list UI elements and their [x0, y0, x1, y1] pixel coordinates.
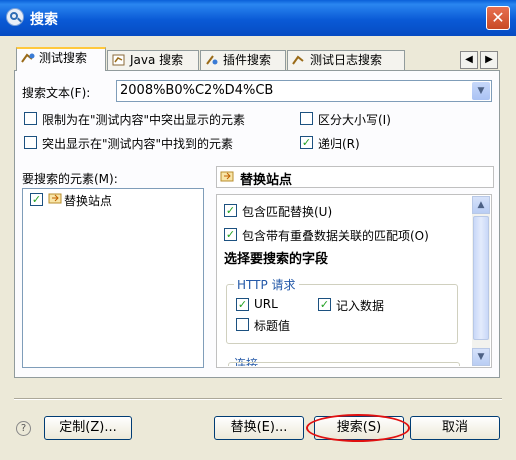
tab-label: 插件搜索 [223, 53, 272, 67]
include-overlap-label: 包含带有重叠数据关联的匹配项(O) [242, 229, 429, 243]
replacement-site-icon [48, 191, 62, 205]
header-value-label: 标题值 [254, 319, 291, 333]
button-separator [14, 398, 502, 400]
tab-plugin-search[interactable]: 插件搜索 [200, 50, 286, 70]
include-replacement-label: 包含匹配替换(U) [242, 205, 333, 219]
java-search-icon [112, 53, 126, 66]
tree-item-label: 替换站点 [64, 194, 113, 208]
tab-java-search[interactable]: Java 搜索 [107, 50, 199, 70]
url-checkbox[interactable]: ✓ [236, 298, 249, 311]
tab-scroll-right-button[interactable]: ▶ [480, 51, 498, 69]
test-log-search-icon [292, 53, 306, 65]
close-button[interactable]: ✕ [486, 6, 510, 30]
title-bar[interactable]: 搜索 ✕ [0, 0, 516, 36]
replace-button[interactable]: 替换(E)... [214, 416, 304, 440]
http-request-group [226, 284, 458, 344]
cancel-button[interactable]: 取消 [410, 416, 500, 440]
tree-item-checkbox[interactable]: ✓ [30, 193, 43, 206]
tab-test-log-search[interactable]: 测试日志搜索 [287, 50, 405, 70]
limit-highlighted-label: 限制为在"测试内容"中突出显示的元素 [42, 113, 246, 127]
case-sensitive-label: 区分大小写(I) [318, 113, 391, 127]
plugin-search-icon [205, 53, 219, 65]
highlight-oval [306, 414, 410, 442]
tab-label: Java 搜索 [130, 53, 184, 67]
scroll-thumb[interactable] [473, 216, 489, 340]
connect-group-clip: 连接 [228, 352, 468, 366]
detail-scrollbar[interactable]: ▲ ▼ [472, 196, 490, 366]
search-icon [6, 8, 24, 26]
elements-tree[interactable] [22, 188, 204, 368]
customize-button[interactable]: 定制(Z)... [44, 416, 132, 440]
recursive-label: 递归(R) [318, 137, 360, 151]
detail-header-title: 替换站点 [240, 173, 293, 188]
url-label: URL [254, 297, 278, 311]
highlight-found-label: 突出显示在"测试内容"中找到的元素 [42, 137, 234, 151]
http-group-title: HTTP 请求 [234, 276, 299, 293]
tab-label: 测试日志搜索 [310, 53, 383, 67]
search-text-value: 2008%B0%C2%D4%CB [120, 83, 274, 98]
recursive-checkbox[interactable]: ✓ [300, 136, 313, 149]
limit-highlighted-checkbox[interactable] [24, 112, 37, 125]
tab-scroll-left-button[interactable]: ◀ [460, 51, 478, 69]
tab-test-search[interactable]: 测试搜索 [16, 47, 106, 71]
highlight-found-checkbox[interactable] [24, 136, 37, 149]
scroll-down-button[interactable]: ▼ [472, 348, 490, 366]
chevron-down-icon[interactable]: ▼ [472, 82, 490, 100]
tab-label: 测试搜索 [39, 51, 88, 65]
elements-label: 要搜索的元素(M): [22, 172, 118, 186]
search-text-combo[interactable]: 2008%B0%C2%D4%CB ▼ [116, 80, 492, 102]
window-title: 搜索 [30, 12, 58, 28]
header-value-checkbox[interactable] [236, 318, 249, 331]
test-search-icon [21, 51, 35, 63]
fields-title: 选择要搜索的字段 [224, 252, 329, 267]
replacement-site-header-icon [220, 169, 234, 183]
include-replacement-checkbox[interactable]: ✓ [224, 204, 237, 217]
record-data-checkbox[interactable]: ✓ [318, 298, 331, 311]
case-sensitive-checkbox[interactable] [300, 112, 313, 125]
record-data-label: 记入数据 [336, 299, 385, 313]
scroll-up-button[interactable]: ▲ [472, 196, 490, 214]
include-overlap-checkbox[interactable]: ✓ [224, 228, 237, 241]
help-icon[interactable]: ? [16, 421, 31, 436]
search-text-label: 搜索文本(F): [22, 86, 91, 100]
